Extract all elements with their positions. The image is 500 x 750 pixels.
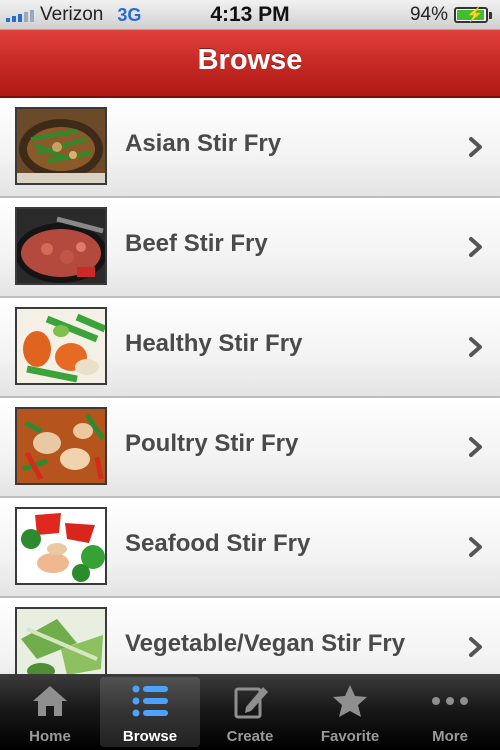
status-right: 94% ⚡ [410, 4, 492, 26]
tab-label: More [432, 728, 468, 745]
chevron-right-icon [469, 137, 482, 157]
chevron-right-icon [469, 437, 482, 457]
home-icon [33, 686, 67, 716]
list-item-label: Vegetable/Vegan Stir Fry [125, 630, 406, 657]
list-item-healthy-stir-fry[interactable]: Healthy Stir Fry [0, 298, 500, 398]
asian-stir-fry-thumbnail [15, 107, 107, 185]
battery-icon: ⚡ [454, 6, 488, 23]
status-bar: Verizon 3G 4:13 PM 94% ⚡ [0, 0, 500, 30]
list-item-seafood-stir-fry[interactable]: Seafood Stir Fry [0, 498, 500, 598]
category-list[interactable]: Asian Stir Fry Beef Stir Fry Healthy Sti… [0, 98, 500, 674]
tab-label: Create [226, 728, 274, 745]
poultry-stir-fry-thumbnail [15, 407, 107, 485]
list-item-poultry-stir-fry[interactable]: Poultry Stir Fry [0, 398, 500, 498]
battery-tip [489, 11, 492, 19]
star-icon [333, 685, 367, 717]
list-item-label: Poultry Stir Fry [125, 430, 299, 457]
list-item-asian-stir-fry[interactable]: Asian Stir Fry [0, 98, 500, 198]
tab-more[interactable]: More [400, 674, 500, 750]
tab-favorite[interactable]: Favorite [300, 674, 400, 750]
list-item-vegetable-vegan-stir-fry[interactable]: Vegetable/Vegan Stir Fry [0, 598, 500, 674]
chevron-right-icon [469, 637, 482, 657]
list-item-label: Seafood Stir Fry [125, 530, 311, 557]
beef-stir-fry-thumbnail [15, 207, 107, 285]
tab-label: Browse [122, 728, 178, 745]
page-title: Browse [197, 44, 303, 76]
tab-label: Home [29, 728, 71, 745]
more-dots-icon [432, 697, 468, 705]
list-item-label: Healthy Stir Fry [125, 330, 303, 357]
list-item-label: Asian Stir Fry [125, 130, 282, 157]
healthy-stir-fry-thumbnail [15, 307, 107, 385]
list-item-beef-stir-fry[interactable]: Beef Stir Fry [0, 198, 500, 298]
tab-create[interactable]: Create [200, 674, 300, 750]
chevron-right-icon [469, 337, 482, 357]
tab-home[interactable]: Home [0, 674, 100, 750]
navigation-bar: Browse [0, 30, 500, 98]
pencil-icon [234, 687, 268, 719]
chevron-right-icon [469, 537, 482, 557]
chevron-right-icon [469, 237, 482, 257]
vegetable-stir-fry-thumbnail [15, 607, 107, 674]
tab-browse[interactable]: Browse [100, 677, 200, 747]
list-icon [132, 685, 168, 717]
tab-bar: Home Browse Create Favorite More [0, 674, 500, 750]
seafood-stir-fry-thumbnail [15, 507, 107, 585]
tab-label: Favorite [320, 728, 380, 745]
list-item-label: Beef Stir Fry [125, 230, 268, 257]
battery-percentage: 94% [409, 4, 448, 25]
